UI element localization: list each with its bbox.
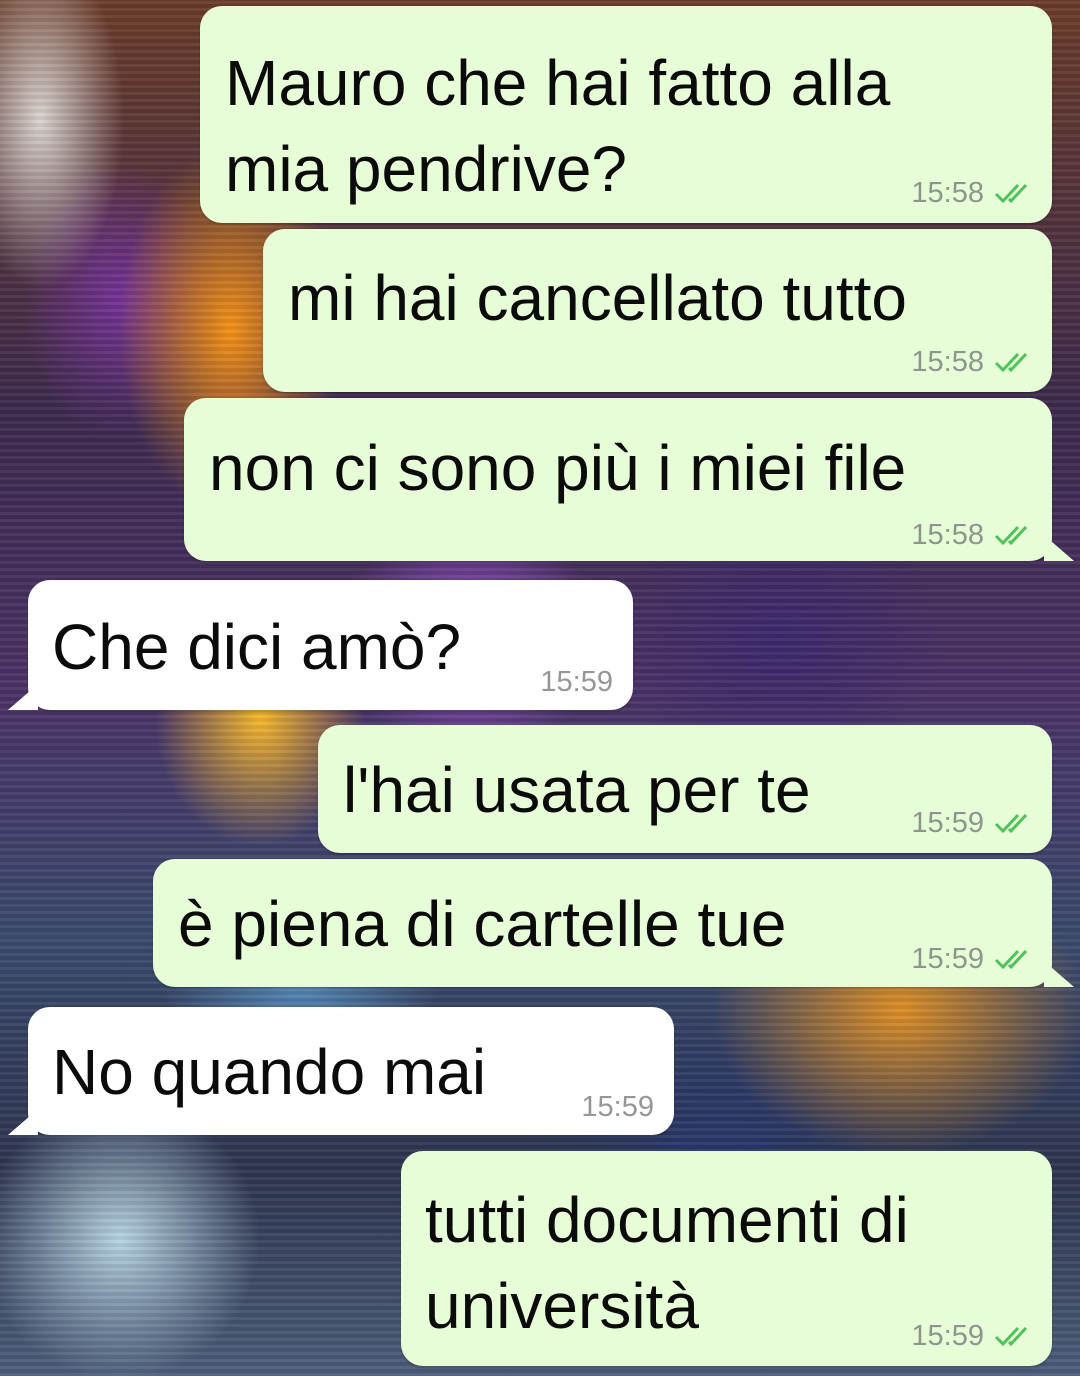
message-meta: 15:58 xyxy=(911,177,1034,209)
read-ticks-icon xyxy=(994,813,1028,834)
message-text-line: non ci sono più i miei file xyxy=(209,432,907,504)
message-text-line: mia pendrive? xyxy=(225,133,627,205)
message-meta: 15:59 xyxy=(540,666,613,698)
message-meta: 15:59 xyxy=(911,807,1034,839)
message-meta: 15:58 xyxy=(911,519,1034,551)
message-time: 15:59 xyxy=(911,943,984,975)
incoming-message[interactable]: Che dici amò? 15:59 xyxy=(8,580,633,710)
outgoing-message[interactable]: l'hai usata per te 15:59 xyxy=(318,725,1052,853)
message-meta: 15:59 xyxy=(911,943,1034,975)
message-time: 15:58 xyxy=(911,519,984,551)
message-time: 15:58 xyxy=(911,177,984,209)
incoming-message[interactable]: No quando mai 15:59 xyxy=(8,1007,674,1135)
outgoing-message[interactable]: non ci sono più i miei file 15:58 xyxy=(184,398,1074,561)
read-ticks-icon xyxy=(994,1326,1028,1347)
message-time: 15:59 xyxy=(540,666,613,698)
message-text-line: è piena di cartelle tue xyxy=(178,888,787,960)
message-text-line: Mauro che hai fatto alla xyxy=(225,47,891,119)
read-ticks-icon xyxy=(994,525,1028,546)
message-text-line: università xyxy=(425,1270,699,1342)
outgoing-message[interactable]: tutti documenti di università 15:59 xyxy=(401,1151,1052,1366)
message-text-line: tutti documenti di xyxy=(425,1184,909,1256)
read-ticks-icon xyxy=(994,183,1028,204)
message-text-line: No quando mai xyxy=(52,1036,487,1108)
message-time: 15:58 xyxy=(911,346,984,378)
message-time: 15:59 xyxy=(911,807,984,839)
message-time: 15:59 xyxy=(911,1320,984,1352)
message-meta: 15:59 xyxy=(581,1091,654,1123)
read-ticks-icon xyxy=(994,949,1028,970)
message-meta: 15:59 xyxy=(911,1320,1034,1352)
message-time: 15:59 xyxy=(581,1091,654,1123)
message-meta: 15:58 xyxy=(911,346,1034,378)
outgoing-message[interactable]: Mauro che hai fatto alla mia pendrive? 1… xyxy=(200,6,1052,223)
read-ticks-icon xyxy=(994,352,1028,373)
outgoing-message[interactable]: mi hai cancellato tutto 15:58 xyxy=(263,229,1052,392)
message-text-line: l'hai usata per te xyxy=(343,754,811,826)
outgoing-message[interactable]: è piena di cartelle tue 15:59 xyxy=(153,859,1074,987)
message-text-line: Che dici amò? xyxy=(52,611,462,683)
message-text-line: mi hai cancellato tutto xyxy=(288,262,907,334)
